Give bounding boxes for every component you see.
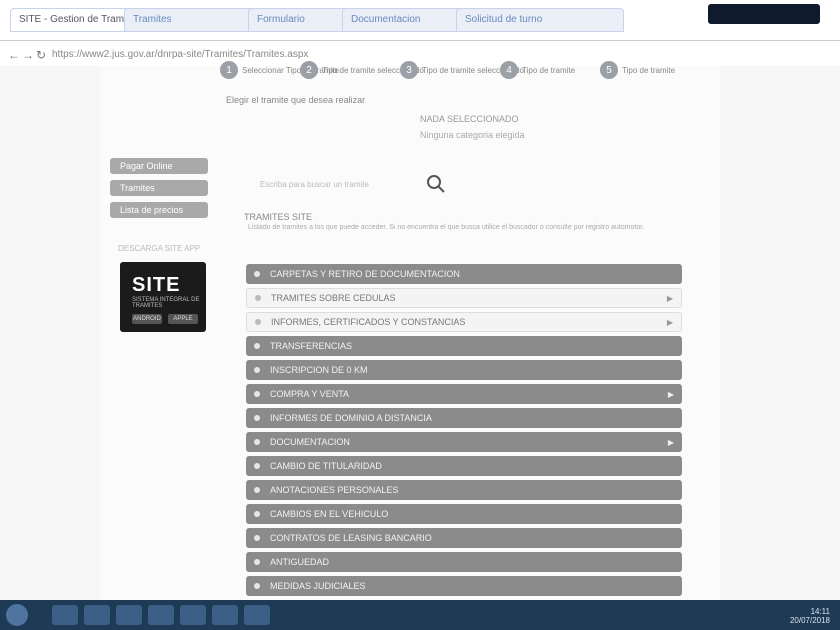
sidebar-button-tramites[interactable]: Tramites (110, 180, 208, 196)
chevron-icon: ▶ (667, 389, 674, 399)
accordion-item[interactable]: COMPRA Y VENTA ▶ (246, 384, 682, 404)
accordion-item[interactable]: CAMBIOS EN EL VEHICULO (246, 504, 682, 524)
sidebar-caption: DESCARGA SITE APP (118, 244, 201, 253)
sidebar-button-lista-precios[interactable]: Lista de precios (110, 202, 208, 218)
accordion-label: TRANSFERENCIAS (270, 341, 353, 351)
accordion-label: ANTIGUEDAD (270, 557, 330, 567)
bullet-icon (254, 439, 260, 445)
accordion-label: TRAMITES SOBRE CEDULAS (271, 293, 396, 303)
step-4: 4 Tipo de tramite (500, 58, 575, 82)
browser-tab-5[interactable]: Solicitud de turno (456, 8, 624, 32)
browser-tab-1[interactable]: SITE - Gestion de Tramites (10, 8, 138, 32)
search-hint[interactable]: Escriba para buscar un tramite (260, 180, 369, 189)
accordion-item[interactable]: DOCUMENTACION ▶ (246, 432, 682, 452)
clock[interactable]: 14:11 20/07/2018 (790, 607, 830, 625)
section-description: Listado de tramites a los que puede acce… (248, 224, 645, 231)
accordion-item[interactable]: CAMBIO DE TITULARIDAD (246, 456, 682, 476)
accordion-label: INFORMES, CERTIFICADOS Y CONSTANCIAS (271, 317, 466, 327)
chevron-icon: ▶ (666, 317, 673, 327)
taskbar-app-icon[interactable] (148, 605, 174, 625)
start-button-icon[interactable] (6, 604, 28, 626)
bullet-icon (255, 295, 261, 301)
bullet-icon (254, 583, 260, 589)
forward-icon[interactable]: → (22, 48, 34, 62)
bullet-icon (254, 511, 260, 517)
site-logo[interactable]: SITE SISTEMA INTEGRAL DE TRAMITES ANDROI… (120, 262, 206, 332)
accordion-label: CAMBIO DE TITULARIDAD (270, 461, 382, 471)
accordion-item[interactable]: INSCRIPCION DE 0 KM (246, 360, 682, 380)
accordion-label: MEDIDAS JUDICIALES (270, 581, 366, 591)
search-icon[interactable] (426, 174, 446, 194)
chevron-icon: ▶ (666, 293, 673, 303)
accordion-label: INSCRIPCION DE 0 KM (270, 365, 368, 375)
taskbar-app-icon[interactable] (212, 605, 238, 625)
accordion-item[interactable]: INFORMES, CERTIFICADOS Y CONSTANCIAS ▶ (246, 312, 682, 332)
window-controls[interactable] (708, 4, 820, 24)
accordion-item[interactable]: ANOTACIONES PERSONALES (246, 480, 682, 500)
steps-bar: 1 Seleccionar Tipo de tramite 2 Tipo de … (220, 58, 740, 82)
selected-subtitle: Ninguna categoria elegida (420, 130, 525, 140)
accordion-label: COMPRA Y VENTA (270, 389, 350, 399)
browser-tab-bar: SITE - Gestion de Tramites Tramites Form… (0, 0, 840, 41)
accordion-label: DOCUMENTACION (270, 437, 350, 447)
back-icon[interactable]: ← (8, 48, 20, 62)
site-logo-button-apple[interactable]: APPLE (168, 314, 198, 324)
reload-icon[interactable]: ↻ (36, 48, 46, 62)
accordion-label: CAMBIOS EN EL VEHICULO (270, 509, 389, 519)
bullet-icon (254, 535, 260, 541)
selected-title: NADA SELECCIONADO (420, 114, 519, 124)
site-logo-text: SITE (132, 274, 181, 296)
bullet-icon (254, 415, 260, 421)
accordion-item[interactable]: ANTIGUEDAD (246, 552, 682, 572)
site-logo-subtitle: SISTEMA INTEGRAL DE TRAMITES (132, 297, 200, 309)
accordion-label: CONTRATOS DE LEASING BANCARIO (270, 533, 432, 543)
browser-tab-3[interactable]: Formulario (248, 8, 356, 32)
bullet-icon (254, 367, 260, 373)
bullet-icon (254, 271, 260, 277)
bullet-icon (254, 559, 260, 565)
section-title: TRAMITES SITE (244, 212, 313, 222)
accordion-label: INFORMES DE DOMINIO A DISTANCIA (270, 413, 432, 423)
accordion-item[interactable]: CONTRATOS DE LEASING BANCARIO (246, 528, 682, 548)
taskbar-app-icon[interactable] (180, 605, 206, 625)
taskbar: 14:11 20/07/2018 (0, 600, 840, 630)
bullet-icon (254, 487, 260, 493)
taskbar-app-icon[interactable] (84, 605, 110, 625)
browser-tab-2[interactable]: Tramites (124, 8, 262, 32)
accordion-item[interactable]: INFORMES DE DOMINIO A DISTANCIA (246, 408, 682, 428)
accordion-item[interactable]: TRAMITES SOBRE CEDULAS ▶ (246, 288, 682, 308)
accordion-item[interactable]: CARPETAS Y RETIRO DE DOCUMENTACION (246, 264, 682, 284)
taskbar-app-icon[interactable] (244, 605, 270, 625)
site-logo-button-android[interactable]: ANDROID (132, 314, 162, 324)
chevron-icon: ▶ (667, 437, 674, 447)
bullet-icon (254, 343, 260, 349)
bullet-icon (255, 319, 261, 325)
taskbar-app-icon[interactable] (52, 605, 78, 625)
taskbar-app-icon[interactable] (116, 605, 142, 625)
browser-tab-4[interactable]: Documentacion (342, 8, 470, 32)
step-5: 5 Tipo de tramite (600, 58, 675, 82)
bullet-icon (254, 463, 260, 469)
accordion-item[interactable]: MEDIDAS JUDICIALES (246, 576, 682, 596)
sidebar-button-pagar-online[interactable]: Pagar Online (110, 158, 208, 174)
accordion-label: CARPETAS Y RETIRO DE DOCUMENTACION (270, 269, 460, 279)
accordion-item[interactable]: TRANSFERENCIAS (246, 336, 682, 356)
info-text: Elegir el tramite que desea realizar (226, 95, 366, 105)
bullet-icon (254, 391, 260, 397)
accordion-label: ANOTACIONES PERSONALES (270, 485, 399, 495)
